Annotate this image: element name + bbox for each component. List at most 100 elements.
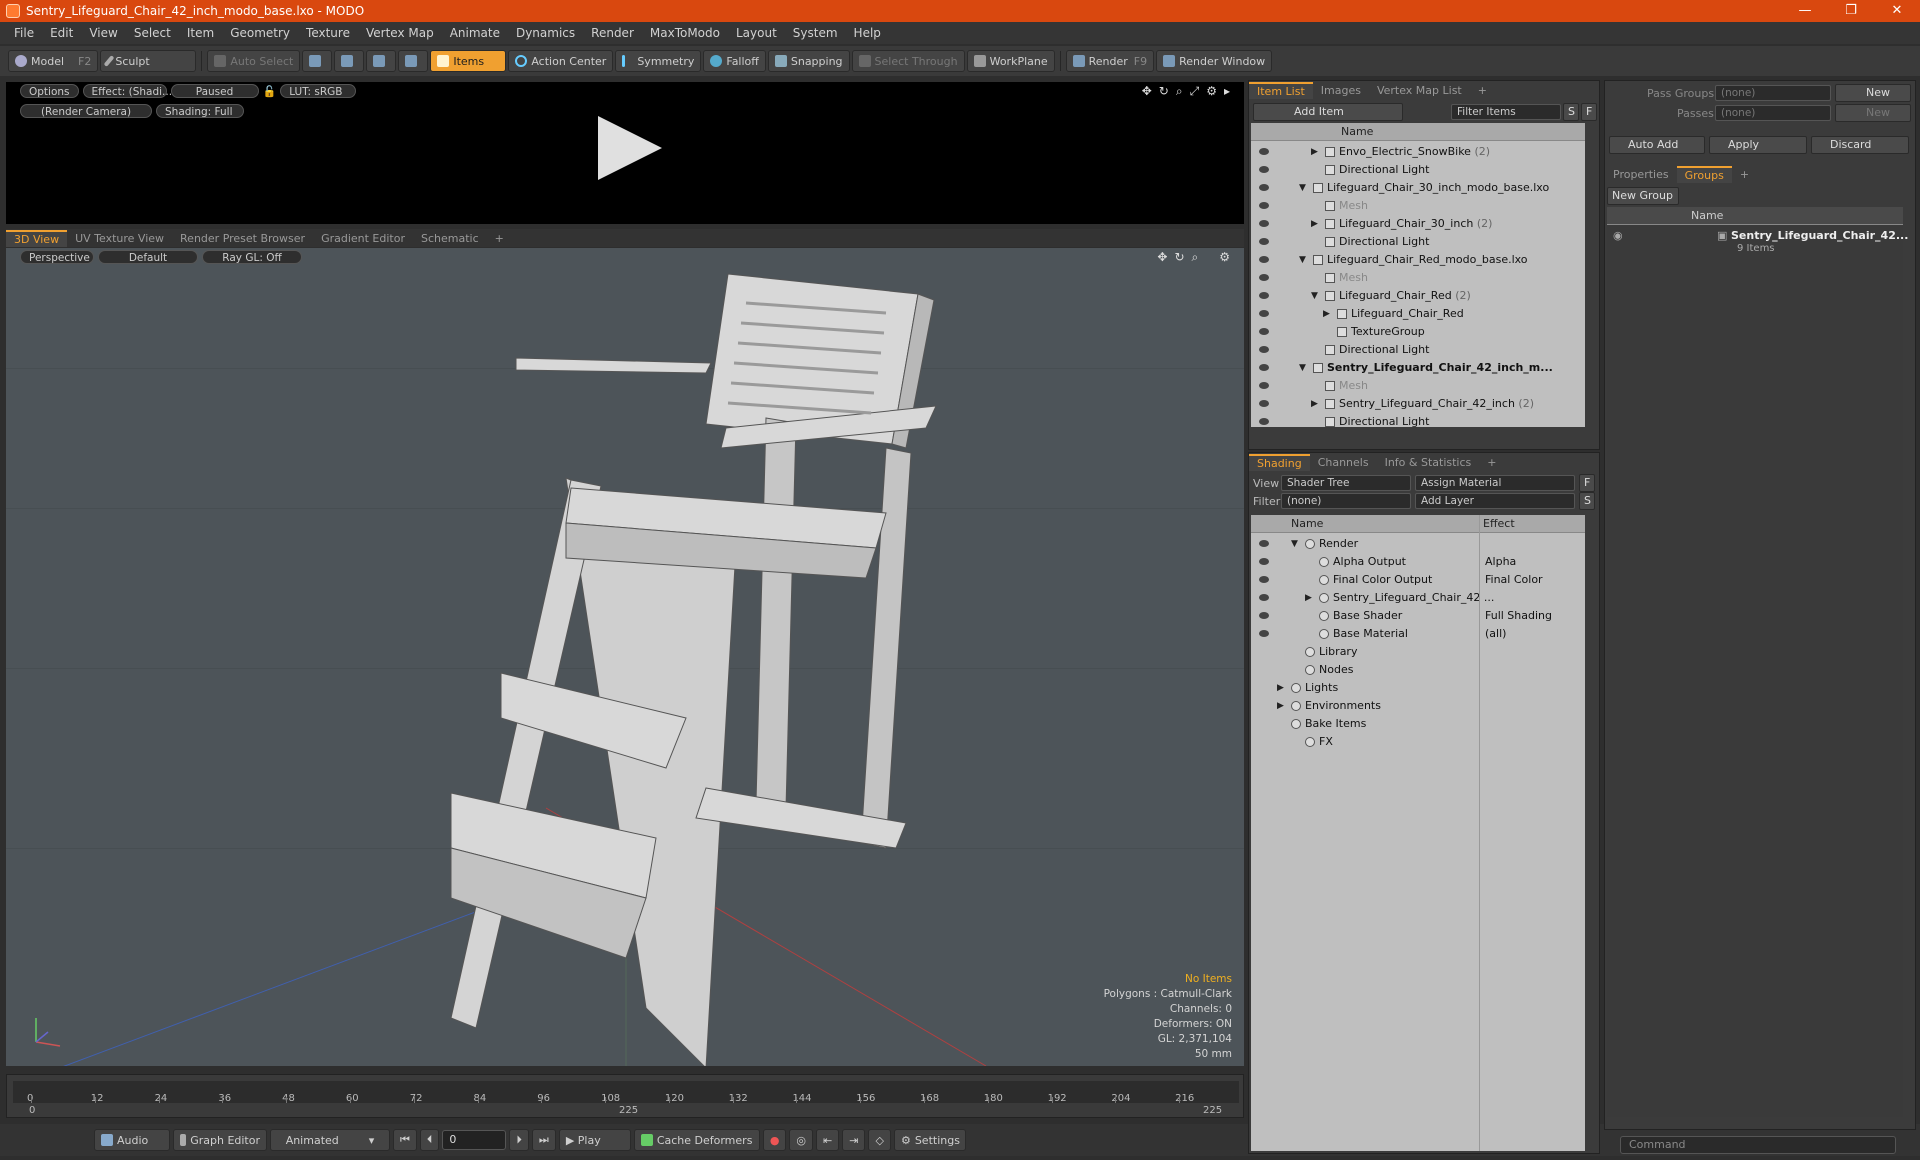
item-row[interactable]: ▶ Envo_Electric_SnowBike (2) <box>1251 143 1585 161</box>
menu-animate[interactable]: Animate <box>442 26 508 40</box>
menu-layout[interactable]: Layout <box>728 26 785 40</box>
maximize-button[interactable]: ❐ <box>1828 0 1874 22</box>
item-row[interactable]: Mesh <box>1251 197 1585 215</box>
shader-row[interactable]: Alpha Output Alpha <box>1251 553 1585 571</box>
item-row[interactable]: ▼ Sentry_Lifeguard_Chair_42_inch_m... <box>1251 359 1585 377</box>
add-panel-tab[interactable]: + <box>1470 83 1495 99</box>
add-shading-tab[interactable]: + <box>1479 455 1504 471</box>
menu-geometry[interactable]: Geometry <box>222 26 298 40</box>
arrow-right-icon[interactable]: ▸ <box>1224 84 1230 99</box>
expand-toggle-icon[interactable]: ▶ <box>1311 215 1318 233</box>
3d-viewport[interactable]: Perspective Default Ray GL: Off ✥ ↻ ⌕ ⚙ … <box>6 248 1244 1066</box>
shader-row[interactable]: Library <box>1251 643 1585 661</box>
rotate-icon[interactable]: ↻ <box>1159 84 1169 99</box>
zoom-icon[interactable]: ⌕ <box>1176 84 1183 99</box>
expand-toggle-icon[interactable]: ▼ <box>1299 359 1306 377</box>
render-preview[interactable]: Options Effect: (Shadi... Paused 🔓 LUT: … <box>6 82 1244 224</box>
tab-channels[interactable]: Channels <box>1310 455 1377 471</box>
visibility-eye-icon[interactable] <box>1259 220 1269 227</box>
expand-toggle-icon[interactable]: ▶ <box>1323 305 1330 323</box>
visibility-eye-icon[interactable] <box>1259 310 1269 317</box>
shader-effect[interactable]: Full Shading <box>1485 607 1552 625</box>
timeline[interactable]: 0 12 24 36 48 60 72 84 96 108 120 132 144 156 168 180 19… <box>6 1074 1244 1118</box>
tab-vertex-map-list[interactable]: Vertex Map List <box>1369 83 1470 99</box>
tab-uv-texture-view[interactable]: UV Texture View <box>67 231 172 247</box>
sculpt-mode-button[interactable]: Sculpt <box>100 50 197 72</box>
close-button[interactable]: ✕ <box>1874 0 1920 22</box>
view-dropdown[interactable]: Shader Tree <box>1281 475 1411 491</box>
shader-row[interactable]: Base Shader Full Shading <box>1251 607 1585 625</box>
expand-toggle-icon[interactable]: ▼ <box>1291 535 1298 553</box>
menu-select[interactable]: Select <box>126 26 179 40</box>
viewport-zoom-icon[interactable]: ⌕ <box>1192 250 1199 265</box>
item-row[interactable]: Directional Light <box>1251 233 1585 251</box>
visibility-eye-icon[interactable] <box>1259 382 1269 389</box>
settings-button[interactable]: ⚙ Settings <box>893 1129 966 1151</box>
item-row[interactable]: Mesh <box>1251 377 1585 395</box>
go-end-button[interactable]: ⏭ <box>531 1129 556 1151</box>
item-row[interactable]: ▶ Lifeguard_Chair_30_inch (2) <box>1251 215 1585 233</box>
visibility-eye-icon[interactable] <box>1259 400 1269 407</box>
item-row[interactable]: Mesh <box>1251 269 1585 287</box>
menu-vertex-map[interactable]: Vertex Map <box>358 26 442 40</box>
discard-button[interactable]: Discard <box>1811 136 1909 154</box>
item-row[interactable]: Directional Light <box>1251 413 1585 431</box>
visibility-eye-icon[interactable] <box>1259 576 1269 583</box>
tab-properties[interactable]: Properties <box>1605 167 1677 183</box>
materials-mode-button[interactable] <box>398 50 429 72</box>
visibility-eye-icon[interactable] <box>1259 418 1269 425</box>
expand-toggle-icon[interactable]: ▶ <box>1311 143 1318 161</box>
edges-mode-button[interactable] <box>334 50 365 72</box>
menu-system[interactable]: System <box>785 26 846 40</box>
tab-groups[interactable]: Groups <box>1676 166 1732 183</box>
item-row[interactable]: ▼ Lifeguard_Chair_30_inch_modo_base.lxo <box>1251 179 1585 197</box>
item-row[interactable]: ▼ Lifeguard_Chair_Red_modo_base.lxo <box>1251 251 1585 269</box>
tab-schematic[interactable]: Schematic <box>413 231 487 247</box>
key-prev-button[interactable]: ⇤ <box>816 1129 840 1151</box>
menu-item[interactable]: Item <box>179 26 222 40</box>
visibility-eye-icon[interactable] <box>1259 612 1269 619</box>
expand-toggle-icon[interactable]: ▼ <box>1311 287 1318 305</box>
render-shading-dropdown[interactable]: Shading: Full <box>156 104 244 118</box>
polygons-mode-button[interactable] <box>366 50 397 72</box>
visibility-eye-icon[interactable] <box>1259 184 1269 191</box>
render-button[interactable]: Render F9 <box>1065 50 1155 72</box>
menu-dynamics[interactable]: Dynamics <box>508 26 583 40</box>
expand-toggle-icon[interactable]: ▶ <box>1277 679 1284 697</box>
shader-row[interactable]: Bake Items <box>1251 715 1585 733</box>
tab-shading[interactable]: Shading <box>1249 454 1310 471</box>
render-window-button[interactable]: Render Window <box>1156 50 1273 72</box>
shader-row[interactable]: ▼ Render <box>1251 535 1585 553</box>
expand-toggle-icon[interactable]: ▶ <box>1311 395 1318 413</box>
add-layer-dropdown[interactable]: Add Layer <box>1415 493 1575 509</box>
visibility-eye-icon[interactable] <box>1259 202 1269 209</box>
shader-row[interactable]: Base Material (all) <box>1251 625 1585 643</box>
menu-render[interactable]: Render <box>583 26 642 40</box>
tab-render-preset-browser[interactable]: Render Preset Browser <box>172 231 313 247</box>
vertices-mode-button[interactable] <box>302 50 333 72</box>
action-center-button[interactable]: Action Center <box>508 50 614 72</box>
render-camera-dropdown[interactable]: (Render Camera) <box>20 104 152 118</box>
menu-view[interactable]: View <box>81 26 125 40</box>
add-tab-button[interactable]: + <box>487 231 512 247</box>
symmetry-button[interactable]: Symmetry <box>615 50 702 72</box>
menu-file[interactable]: File <box>6 26 42 40</box>
shading-f-toggle[interactable]: F <box>1579 474 1595 492</box>
graph-editor-button[interactable]: Graph Editor <box>173 1129 267 1151</box>
render-options-button[interactable]: Options <box>20 84 79 98</box>
expand-toggle-icon[interactable]: ▶ <box>1305 589 1312 607</box>
command-input[interactable]: Command <box>1620 1136 1896 1154</box>
viewport-pan-icon[interactable]: ✥ <box>1157 250 1167 265</box>
default-shading-dropdown[interactable]: Default <box>98 250 198 264</box>
model-mode-button[interactable]: Model F2 <box>8 50 99 72</box>
current-frame-field[interactable]: 0 <box>442 1130 507 1150</box>
filter-dropdown[interactable]: (none) <box>1281 493 1411 509</box>
item-row[interactable]: Directional Light <box>1251 161 1585 179</box>
group-visibility-icon[interactable]: ◉ <box>1613 229 1623 242</box>
menu-help[interactable]: Help <box>846 26 889 40</box>
auto-key-button[interactable]: ◎ <box>789 1129 814 1151</box>
shader-effect[interactable]: Alpha <box>1485 553 1516 571</box>
visibility-eye-icon[interactable] <box>1259 540 1269 547</box>
perspective-dropdown[interactable]: Perspective <box>20 250 94 264</box>
group-row[interactable]: ◉ ▣ Sentry_Lifeguard_Chair_42... 9 Items <box>1607 227 1908 259</box>
